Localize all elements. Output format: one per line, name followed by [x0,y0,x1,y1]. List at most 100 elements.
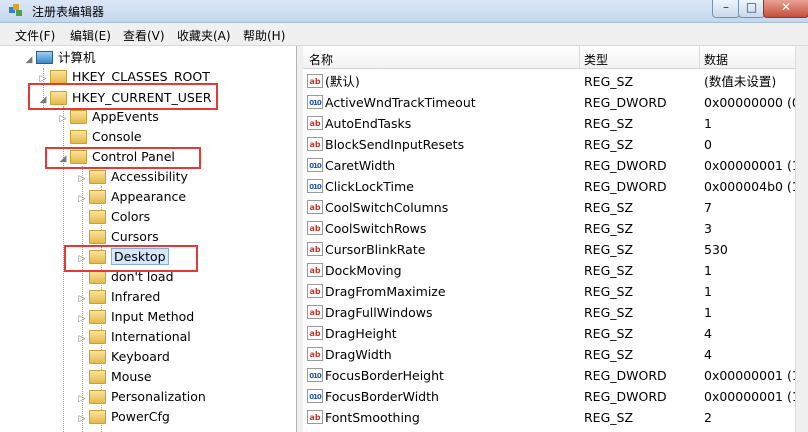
close-button[interactable]: ✕ [763,0,808,18]
string-value-icon: ab [307,263,323,277]
value-name: CaretWidth [325,158,396,173]
menu-edit[interactable]: 编辑(E) [70,27,111,44]
value-type: REG_DWORD [584,389,667,404]
value-row[interactable]: ab DragFullWindows REG_SZ 1 [303,302,795,323]
tree-node-mouse[interactable]: Mouse [75,367,152,387]
value-type: REG_SZ [584,263,634,278]
value-type: REG_DWORD [584,368,667,383]
folder-icon [50,69,67,84]
expand-arrow-icon[interactable]: ▷ [56,109,70,129]
tree-node-label: 计算机 [58,50,96,65]
dword-value-icon: 010 [307,179,323,193]
expand-arrow-icon[interactable]: ▷ [75,329,89,349]
tree-node-label: Personalization [111,389,206,404]
value-row[interactable]: ab DragHeight REG_SZ 4 [303,323,795,344]
tree-node-powercfg[interactable]: ▷ PowerCfg [75,407,170,427]
value-type: REG_SZ [584,137,634,152]
dword-value-icon: 010 [307,95,323,109]
value-name: BlockSendInputResets [325,137,465,152]
expand-arrow-icon[interactable]: ▷ [75,309,89,329]
value-name: (默认) [325,74,360,89]
value-name: FontSmoothing [325,410,420,425]
expand-arrow-icon[interactable]: ▷ [75,289,89,309]
tree-node-label: AppEvents [92,109,159,124]
value-name: AutoEndTasks [325,116,412,131]
tree-node-international[interactable]: ▷ International [75,327,191,347]
highlight-box-desktop [64,245,198,272]
menu-favorites[interactable]: 收藏夹(A) [177,27,231,44]
value-row[interactable]: ab DragWidth REG_SZ 4 [303,344,795,365]
value-row[interactable]: ab BlockSendInputResets REG_SZ 0 [303,134,795,155]
tree-node-computer[interactable]: ◢ 计算机 [22,48,96,68]
value-data: 4 [704,326,712,341]
value-row[interactable]: ab DockMoving REG_SZ 1 [303,260,795,281]
tree-node-keyboard[interactable]: Keyboard [75,347,170,367]
folder-icon [89,189,106,204]
minimize-button[interactable]: – [712,0,740,18]
value-row[interactable]: 010 ActiveWndTrackTimeout REG_DWORD 0x00000… [303,92,795,113]
window-title: 注册表编辑器 [32,5,105,19]
value-row[interactable]: ab AutoEndTasks REG_SZ 1 [303,113,795,134]
value-data: 1 [704,305,712,320]
tree-node-label: Console [92,129,142,144]
value-row[interactable]: ab (默认) REG_SZ (数值未设置) [303,71,795,92]
collapse-arrow-icon[interactable]: ◢ [22,50,36,70]
menu-view[interactable]: 查看(V) [123,27,165,44]
tree-node-console[interactable]: Console [56,127,142,147]
tree-node-input-method[interactable]: ▷ Input Method [75,307,195,329]
folder-icon [89,229,106,244]
dword-value-icon: 010 [307,158,323,172]
value-row[interactable]: ab CoolSwitchRows REG_SZ 3 [303,218,795,239]
value-data: 1 [704,263,712,278]
column-divider[interactable] [699,46,700,68]
tree-node-personalization[interactable]: ▷ Personalization [75,387,206,407]
menu-file[interactable]: 文件(F) [15,27,55,44]
value-name: DockMoving [325,263,402,278]
expand-arrow-icon[interactable]: ▷ [75,169,89,189]
tree-node-label: Mouse [111,369,152,384]
menu-help[interactable]: 帮助(H) [243,27,285,44]
value-row[interactable]: 010 CaretWidth REG_DWORD 0x00000001 (1) [303,155,795,176]
column-divider[interactable] [579,46,580,68]
vertical-scrollbar[interactable] [795,46,808,432]
value-row[interactable]: ab CoolSwitchColumns REG_SZ 7 [303,197,795,218]
string-value-icon: ab [307,410,323,424]
tree-node-appearance[interactable]: ▷ Appearance [75,187,187,209]
value-row[interactable]: 010 FocusBorderWidth REG_DWORD 0x00000001 (… [303,386,795,407]
column-header-type[interactable]: 类型 [584,51,608,68]
maximize-button[interactable]: □ [738,0,765,18]
value-data: 0x00000001 (1) [704,158,795,173]
folder-icon [89,309,106,324]
value-data: 3 [704,221,712,236]
value-row[interactable]: ab FontSmoothing REG_SZ 2 [303,407,795,428]
value-row[interactable]: ab CursorBlinkRate REG_SZ 530 [303,239,795,260]
value-data: 1 [704,116,712,131]
expand-arrow-icon[interactable]: ▷ [75,189,89,209]
value-type: REG_DWORD [584,179,667,194]
value-data: (数值未设置) [704,74,777,89]
tree-node-label: Appearance [111,189,187,204]
column-header-data[interactable]: 数据 [704,51,728,68]
value-type: REG_SZ [584,242,634,257]
value-data: 0x00000000 (0) [704,95,795,110]
value-row[interactable]: 010 FocusBorderHeight REG_DWORD 0x00000001 … [303,365,795,386]
tree-node-label: PowerCfg [111,409,170,424]
tree-node-infrared[interactable]: ▷ Infrared [75,287,161,309]
value-name: DragHeight [325,326,397,341]
string-value-icon: ab [307,347,323,361]
column-header-name[interactable]: 名称 [309,51,333,68]
value-name: DragFromMaximize [325,284,446,299]
string-value-icon: ab [307,326,323,340]
string-value-icon: ab [307,137,323,151]
folder-icon [89,349,106,364]
expand-arrow-icon[interactable]: ▷ [75,409,89,429]
tree-node-accessibility[interactable]: ▷ Accessibility [75,167,188,187]
tree-node-colors[interactable]: Colors [75,207,150,227]
value-data: 0x00000001 (1) [704,368,795,383]
value-row[interactable]: 010ClickLockTime REG_DWORD 0x000004b0 (12 [303,176,795,197]
tree-node-cursors[interactable]: Cursors [75,227,159,247]
value-row[interactable]: ab DragFromMaximize REG_SZ 1 [303,281,795,302]
value-data: 530 [704,242,728,257]
tree-node-appevents[interactable]: ▷ AppEvents [56,107,159,127]
expand-arrow-icon[interactable]: ▷ [75,389,89,409]
